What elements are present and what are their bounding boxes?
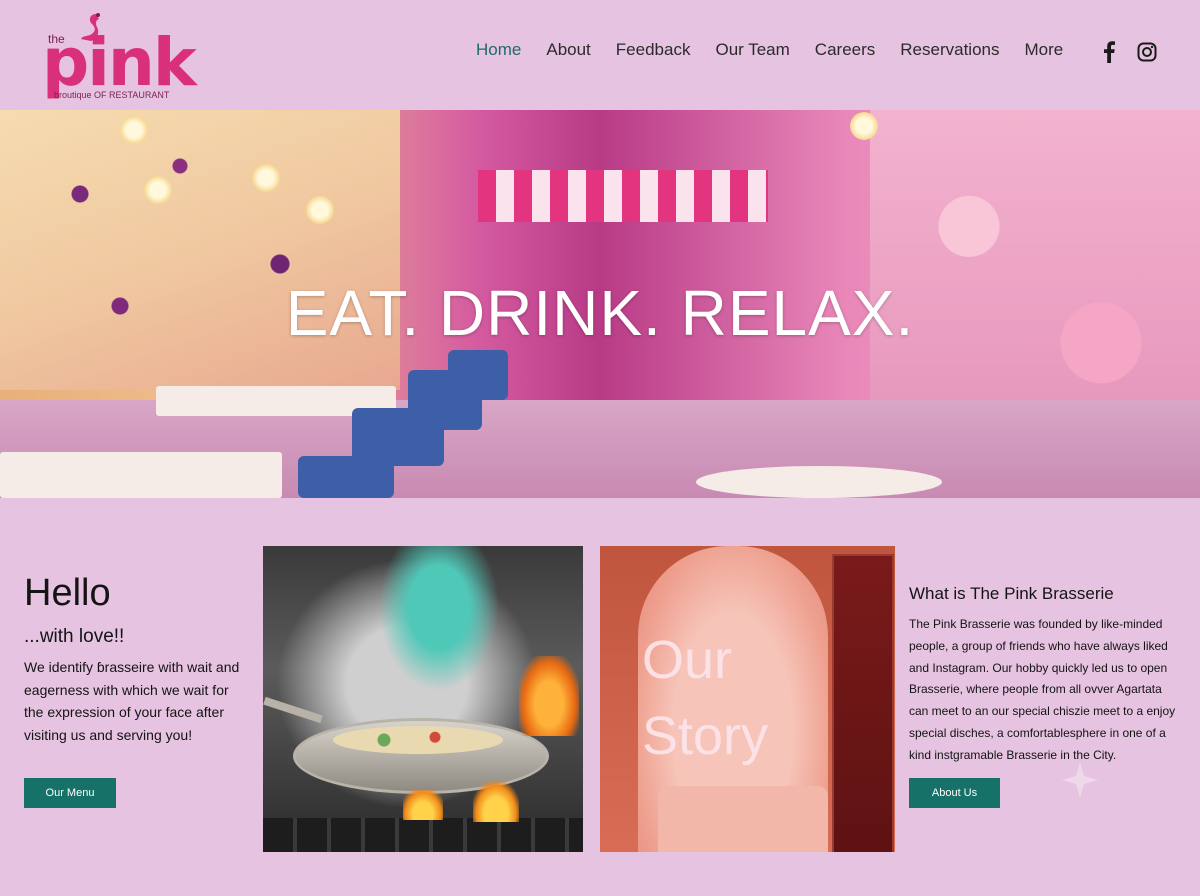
blue-chair <box>448 350 508 400</box>
nav-item-more[interactable]: More <box>1024 40 1063 60</box>
facebook-icon[interactable] <box>1098 41 1120 63</box>
hello-heading: Hello <box>24 572 111 614</box>
burner-flame <box>473 782 519 822</box>
hero-headline: EAT. DRINK. RELAX. <box>285 277 915 349</box>
our-story-overlay[interactable]: Our Story <box>642 622 768 774</box>
pendant-lamp <box>306 196 334 224</box>
our-story-line2: Story <box>642 706 769 766</box>
about-heading: What is The Pink Brasserie <box>909 584 1114 603</box>
stove-grate <box>263 818 583 852</box>
flame <box>519 656 579 736</box>
sparkle-icon <box>1062 762 1098 798</box>
about-us-button[interactable]: About Us <box>909 778 1000 808</box>
nav-item-reservations[interactable]: Reservations <box>900 40 999 60</box>
pink-bench <box>658 786 828 852</box>
main-nav: Home About Feedback Our Team Careers Res… <box>476 40 1088 60</box>
hello-subheading: ...with love!! <box>24 626 125 647</box>
dining-table <box>696 466 942 498</box>
pendant-lamp <box>120 116 148 144</box>
red-door <box>832 554 894 852</box>
our-menu-button[interactable]: Our Menu <box>24 778 116 808</box>
pendant-lamp <box>850 112 878 140</box>
dining-table <box>0 452 282 498</box>
striped-awning <box>478 170 768 222</box>
pan-food <box>333 726 503 754</box>
instagram-icon[interactable] <box>1136 41 1158 63</box>
cooking-pan-image <box>263 546 583 852</box>
about-paragraph: The Pink Brasserie was founded by like-m… <box>909 617 1176 762</box>
nav-item-about[interactable]: About <box>546 40 590 60</box>
nav-item-our-team[interactable]: Our Team <box>715 40 789 60</box>
hero-banner-image: EAT. DRINK. RELAX. <box>0 110 1200 498</box>
logo-wordmark: pink <box>42 24 197 101</box>
social-links <box>1098 41 1158 63</box>
pan-handle <box>263 696 323 724</box>
pendant-lamp <box>252 164 280 192</box>
nav-item-feedback[interactable]: Feedback <box>616 40 691 60</box>
nav-item-careers[interactable]: Careers <box>815 40 875 60</box>
burner-flame <box>403 790 443 820</box>
intro-paragraph: We identify ɓrasseire with wait and eage… <box>24 659 240 743</box>
pendant-lamp <box>144 176 172 204</box>
site-logo[interactable]: the pink broutique OF RESTAURANT <box>40 8 197 104</box>
site-header: the pink broutique OF RESTAURANT Home Ab… <box>0 0 1200 110</box>
our-story-line1: Our <box>642 630 733 690</box>
logo-tagline: broutique OF RESTAURANT <box>54 90 170 100</box>
nav-item-home[interactable]: Home <box>476 40 521 60</box>
